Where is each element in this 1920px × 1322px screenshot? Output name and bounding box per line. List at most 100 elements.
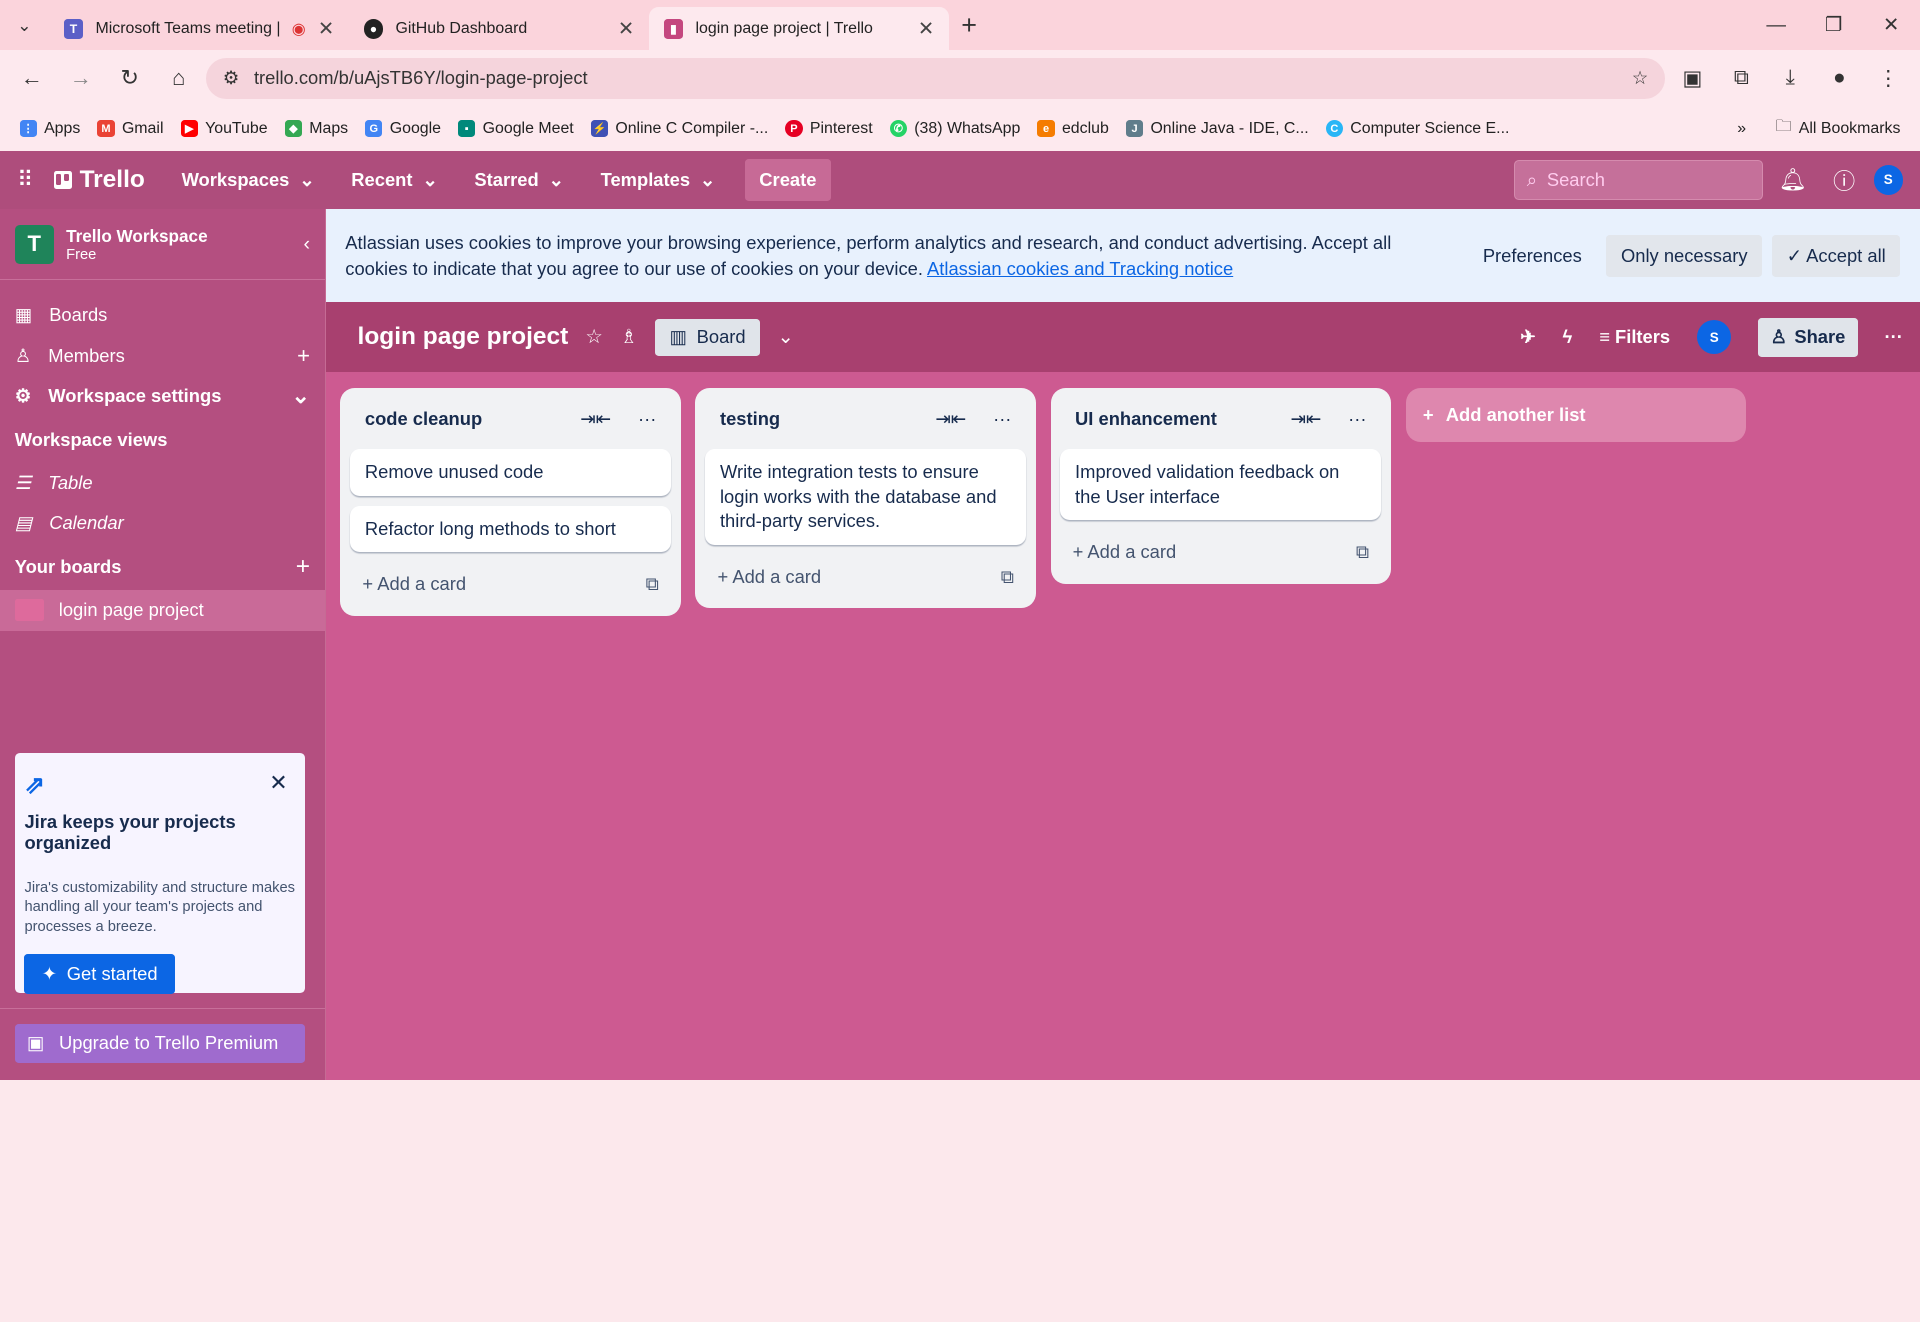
only-necessary-button[interactable]: Only necessary xyxy=(1606,235,1763,277)
bookmark-online-java[interactable]: J Online Java - IDE, C... xyxy=(1119,120,1316,138)
chevron-down-icon[interactable]: ⌄ xyxy=(292,383,310,409)
list-menu-icon[interactable]: ··· xyxy=(638,408,656,430)
create-button[interactable]: Create xyxy=(744,159,832,201)
cookie-link[interactable]: Atlassian cookies and Tracking notice xyxy=(927,258,1233,279)
close-icon[interactable]: ✕ xyxy=(269,770,287,796)
card[interactable]: Improved validation feedback on the User… xyxy=(1060,449,1382,521)
tab-search-icon[interactable]: ⌄ xyxy=(0,0,49,50)
preferences-button[interactable]: Preferences xyxy=(1468,235,1596,277)
profile-avatar[interactable]: ● xyxy=(1817,56,1861,100)
bookmark-c-compiler[interactable]: ⚡ Online C Compiler -... xyxy=(584,120,776,138)
upgrade-button[interactable]: ▣ Upgrade to Trello Premium xyxy=(14,1023,305,1063)
restore-icon[interactable]: ❐ xyxy=(1805,0,1863,50)
add-card-button[interactable]: + Add a card xyxy=(1073,541,1177,563)
download-icon[interactable]: ⤓ xyxy=(1768,56,1812,100)
menu-starred[interactable]: Starred ⌄ xyxy=(460,169,579,191)
avatar[interactable]: S xyxy=(1873,165,1903,195)
workspace-views-heading: Workspace views xyxy=(14,428,168,450)
address-bar[interactable]: ⚙ trello.com/b/uAjsTB6Y/login-page-proje… xyxy=(205,57,1666,100)
list-title[interactable]: UI enhancement xyxy=(1075,408,1217,430)
add-list-button[interactable]: + Add another list xyxy=(1405,388,1747,443)
add-card-button[interactable]: + Add a card xyxy=(718,566,822,588)
maps-icon: ◆ xyxy=(284,119,302,138)
get-started-button[interactable]: ✦ Get started xyxy=(24,954,175,994)
site-info-icon[interactable]: ⚙ xyxy=(223,67,239,89)
extension-icon[interactable]: ▣ xyxy=(1670,56,1714,100)
accept-all-button[interactable]: ✓ Accept all xyxy=(1771,235,1901,277)
menu-templates[interactable]: Templates ⌄ xyxy=(586,169,730,191)
card[interactable]: Write integration tests to ensure login … xyxy=(705,449,1027,545)
card-template-icon[interactable]: ⧉ xyxy=(1001,566,1014,588)
trello-logo[interactable]: Trello xyxy=(53,166,145,194)
notifications-icon[interactable]: 🔔︎ xyxy=(1771,167,1815,193)
bookmark-maps[interactable]: ◆ Maps xyxy=(277,120,355,138)
list-menu-icon[interactable]: ··· xyxy=(1348,408,1366,430)
back-icon[interactable]: ← xyxy=(10,56,54,100)
app-switcher-icon[interactable]: ⠿ xyxy=(17,167,46,193)
add-board-icon[interactable]: + xyxy=(296,553,310,581)
bookmark-apps[interactable]: ⋮ Apps xyxy=(12,120,87,138)
collapse-list-icon[interactable]: ⇥⇤ xyxy=(935,408,966,430)
close-icon[interactable]: ✕ xyxy=(918,17,934,41)
star-icon[interactable]: ☆ xyxy=(585,325,603,349)
list-title[interactable]: code cleanup xyxy=(365,408,482,430)
chevron-down-icon[interactable]: ⌄ xyxy=(777,325,793,349)
collapse-sidebar-icon[interactable]: ‹ xyxy=(303,233,310,256)
tab-github[interactable]: ● GitHub Dashboard ✕ xyxy=(349,7,649,50)
sidebar-item-table[interactable]: ☰ Table xyxy=(0,463,325,503)
tab-teams[interactable]: T Microsoft Teams meeting | ◉ ✕ xyxy=(49,7,349,50)
sidebar-item-boards[interactable]: ▦ Boards xyxy=(0,295,325,335)
add-member-icon[interactable]: + xyxy=(297,343,310,369)
bookmark-google[interactable]: G Google xyxy=(358,120,448,138)
new-tab-button[interactable]: + xyxy=(961,10,977,41)
close-window-icon[interactable]: ✕ xyxy=(1862,0,1920,50)
close-icon[interactable]: ✕ xyxy=(618,17,634,41)
card[interactable]: Refactor long methods to short xyxy=(350,505,672,553)
add-card-button[interactable]: + Add a card xyxy=(362,573,466,595)
card-template-icon[interactable]: ⧉ xyxy=(646,573,659,595)
reload-icon[interactable]: ↻ xyxy=(108,56,152,100)
member-avatar[interactable]: S xyxy=(1697,320,1732,355)
share-button[interactable]: ♙ Share xyxy=(1758,317,1858,357)
menu-workspaces[interactable]: Workspaces ⌄ xyxy=(167,169,329,191)
list-title[interactable]: testing xyxy=(720,408,780,430)
bookmark-meet[interactable]: ▪ Google Meet xyxy=(451,120,581,138)
power-ups-icon[interactable]: ✈ xyxy=(1520,326,1535,348)
automation-icon[interactable]: ϟ xyxy=(1563,326,1573,348)
extensions-puzzle-icon[interactable]: ⧉ xyxy=(1719,56,1763,100)
bookmark-pinterest[interactable]: P Pinterest xyxy=(778,120,880,138)
help-icon[interactable]: ⓘ xyxy=(1822,164,1866,196)
bookmark-edclub[interactable]: e edclub xyxy=(1030,120,1116,138)
card[interactable]: Remove unused code xyxy=(350,449,672,496)
menu-kebab-icon[interactable]: ⋮ xyxy=(1866,56,1910,100)
bookmark-star-icon[interactable]: ☆ xyxy=(1632,67,1648,89)
forward-icon[interactable]: → xyxy=(59,56,103,100)
workspace-header[interactable]: T Trello Workspace Free ‹ xyxy=(0,209,325,281)
tab-trello[interactable]: ▮ login page project | Trello ✕ xyxy=(648,7,949,51)
collapse-list-icon[interactable]: ⇥⇤ xyxy=(580,408,611,430)
close-icon[interactable]: ✕ xyxy=(318,17,334,41)
collapse-list-icon[interactable]: ⇥⇤ xyxy=(1290,408,1321,430)
all-bookmarks[interactable]: 🗀 All Bookmarks xyxy=(1768,115,1908,142)
list-menu-icon[interactable]: ··· xyxy=(993,408,1011,430)
home-icon[interactable]: ⌂ xyxy=(157,56,201,100)
sidebar-item-members[interactable]: ♙ Members + xyxy=(0,335,325,375)
bookmark-cs[interactable]: C Computer Science E... xyxy=(1318,120,1516,138)
visibility-icon[interactable]: ♗ xyxy=(620,325,638,349)
url-text[interactable]: trello.com/b/uAjsTB6Y/login-page-project xyxy=(254,67,1617,89)
card-template-icon[interactable]: ⧉ xyxy=(1356,541,1369,563)
sidebar-item-calendar[interactable]: ▤ Calendar xyxy=(0,503,325,543)
bookmark-youtube[interactable]: ▶ YouTube xyxy=(173,120,275,138)
menu-recent[interactable]: Recent ⌄ xyxy=(337,169,453,191)
bookmark-gmail[interactable]: M Gmail xyxy=(90,120,171,138)
sidebar-item-settings[interactable]: ⚙ Workspace settings ⌄ xyxy=(0,376,325,416)
minimize-icon[interactable]: — xyxy=(1747,0,1805,50)
sidebar-board-item[interactable]: login page project xyxy=(0,590,325,631)
more-icon[interactable]: ··· xyxy=(1885,326,1903,348)
board-title[interactable]: login page project xyxy=(358,323,569,351)
search-input[interactable]: ⌕ Search xyxy=(1513,160,1764,200)
board-view-button[interactable]: ▥ Board xyxy=(654,318,761,356)
filters-button[interactable]: ≡ Filters xyxy=(1599,326,1670,348)
more-bookmarks-icon[interactable]: » xyxy=(1737,120,1746,138)
bookmark-whatsapp[interactable]: ✆ (38) WhatsApp xyxy=(882,120,1027,138)
